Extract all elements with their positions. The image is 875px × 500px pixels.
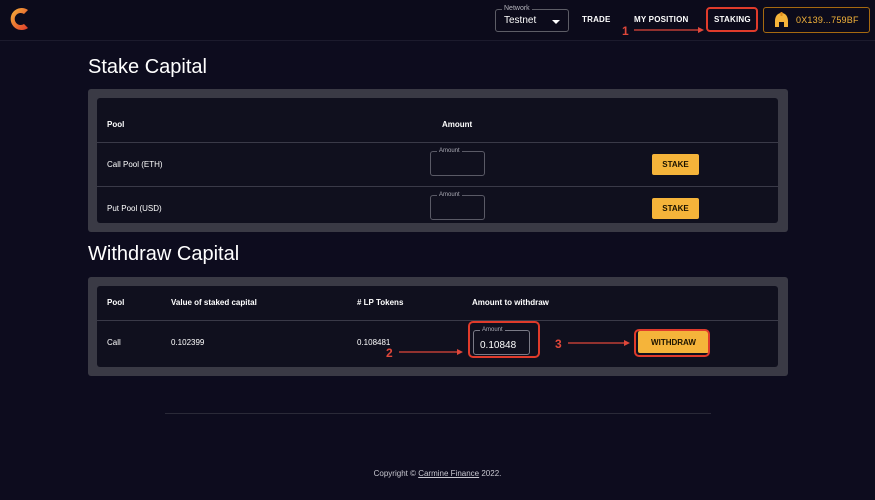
stake-table: Pool Amount Call Pool (ETH) Amount STAKE… — [97, 98, 778, 223]
footer-prefix: Copyright © — [373, 469, 419, 478]
pool-name: Put Pool (USD) — [107, 204, 162, 213]
stake-capital-title: Stake Capital — [88, 56, 207, 78]
pool-name: Call — [107, 338, 121, 347]
column-header-pool: Pool — [107, 120, 125, 129]
footer-divider — [165, 413, 711, 414]
pool-name: Call Pool (ETH) — [107, 160, 163, 169]
wallet-address: 0X139...759BF — [796, 15, 859, 25]
column-header-amount: Amount — [442, 120, 473, 129]
stake-button[interactable]: STAKE — [652, 198, 699, 219]
withdraw-panel: Pool Value of staked capital # LP Tokens… — [88, 277, 788, 376]
nav-my-position[interactable]: MY POSITION — [634, 15, 689, 24]
annotation-arrow-1 — [634, 27, 704, 33]
wallet-button[interactable]: 0X139...759BF — [763, 7, 870, 33]
amount-input-label: Amount — [437, 147, 462, 156]
column-header-pool: Pool — [107, 298, 125, 307]
annotation-arrow-3 — [568, 340, 630, 346]
withdraw-capital-title: Withdraw Capital — [88, 243, 240, 265]
amount-input[interactable]: Amount — [430, 191, 485, 220]
row-divider — [97, 186, 778, 187]
column-header-amount-to-withdraw: Amount to withdraw — [472, 298, 549, 307]
annotation-1: 1 — [622, 24, 629, 38]
staking-highlight-box — [706, 7, 758, 32]
column-header-staked-value: Value of staked capital — [171, 298, 257, 307]
caret-down-icon — [552, 20, 560, 24]
row-divider — [97, 320, 778, 321]
footer-link[interactable]: Carmine Finance — [418, 469, 479, 478]
withdraw-highlight-box — [634, 329, 710, 357]
footer: Copyright © Carmine Finance 2022. — [0, 469, 875, 478]
amount-highlight-box — [468, 321, 540, 358]
footer-suffix: 2022. — [479, 469, 502, 478]
top-header: Network Testnet TRADE MY POSITION STAKIN… — [0, 0, 875, 41]
nav-trade[interactable]: TRADE — [582, 15, 611, 24]
stake-button[interactable]: STAKE — [652, 154, 699, 175]
staked-value: 0.102399 — [171, 338, 205, 347]
amount-input-label: Amount — [437, 191, 462, 200]
network-select[interactable]: Network Testnet — [495, 4, 569, 32]
stake-panel: Pool Amount Call Pool (ETH) Amount STAKE… — [88, 89, 788, 232]
network-label: Network — [502, 4, 532, 14]
carmine-logo[interactable] — [6, 4, 32, 34]
amount-input[interactable]: Amount — [430, 147, 485, 176]
column-header-lp-tokens: # LP Tokens — [357, 298, 404, 307]
row-divider — [97, 142, 778, 143]
annotation-2: 2 — [386, 346, 393, 360]
annotation-3: 3 — [555, 337, 562, 351]
spartan-helmet-icon — [775, 12, 788, 27]
network-value: Testnet — [504, 15, 537, 26]
annotation-arrow-2 — [399, 349, 463, 355]
